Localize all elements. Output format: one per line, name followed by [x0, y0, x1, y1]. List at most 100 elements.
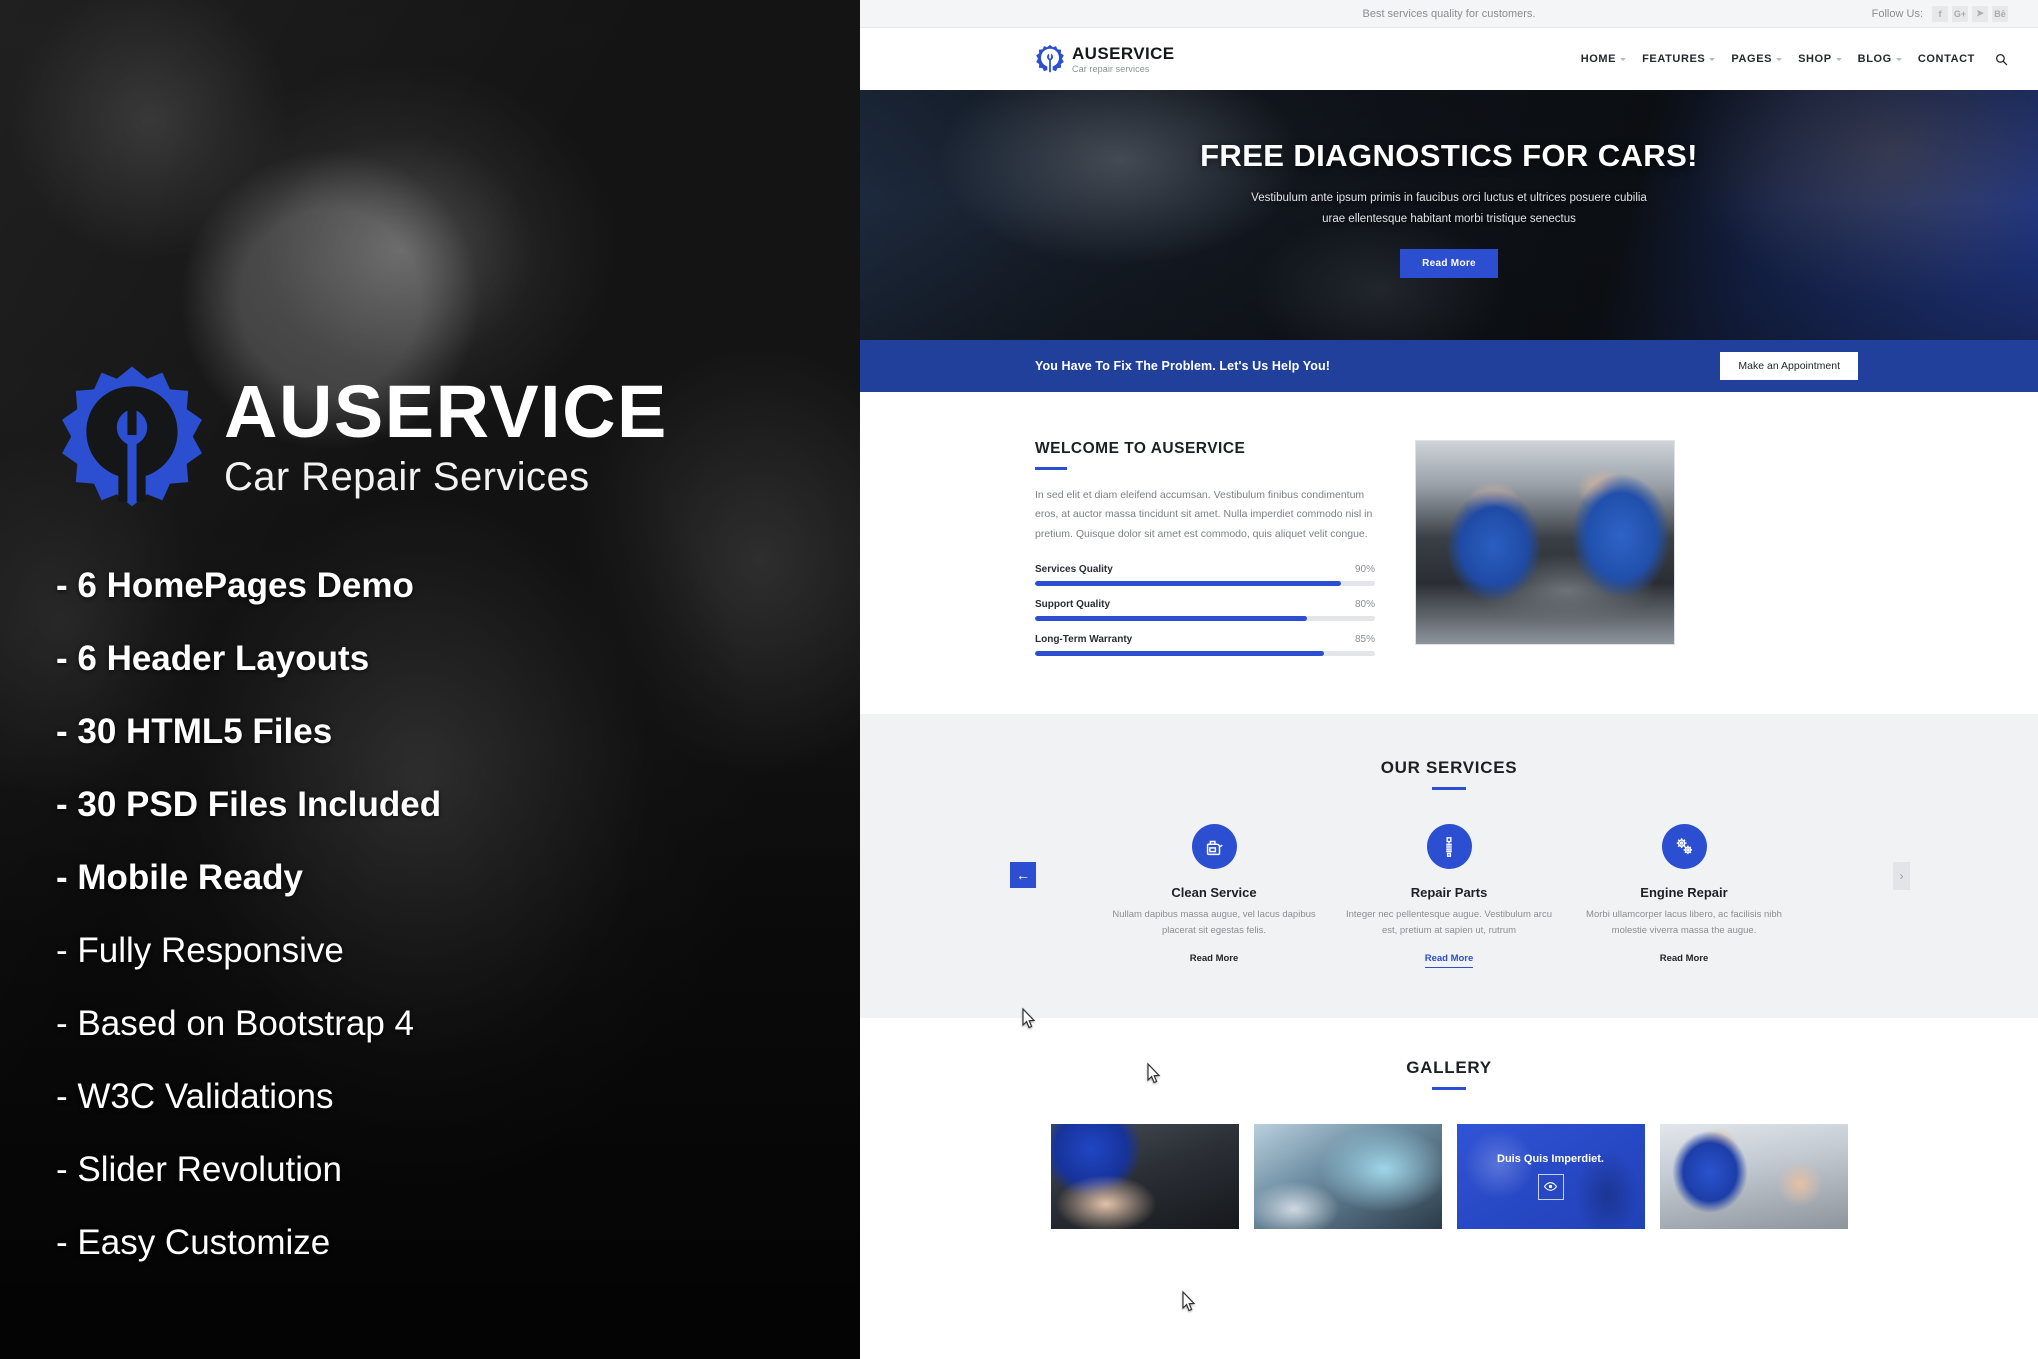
- gear-wrench-logo-icon: [56, 362, 208, 514]
- title-underline: [1035, 467, 1067, 470]
- hero-title: FREE DIAGNOSTICS FOR CARS!: [1200, 138, 1698, 173]
- topbar: Best services quality for customers. Fol…: [860, 0, 2038, 28]
- skill-bar-percent: 80%: [1354, 599, 1375, 611]
- promo-brand-name: AUSERVICE: [224, 370, 668, 454]
- nav-item-label: SHOP: [1798, 53, 1832, 65]
- service-read-more-link[interactable]: Read More: [1424, 953, 1474, 968]
- hero-description: Vestibulum ante ipsum primis in faucibus…: [860, 188, 2038, 231]
- gallery-grid: Duis Quis Imperdiet.: [860, 1123, 2038, 1229]
- behance-icon[interactable]: Bē: [1992, 5, 2008, 22]
- social-links: Follow Us: f G+ ➤ Bē: [1871, 5, 2038, 22]
- nav-item-contact[interactable]: CONTACT: [1918, 53, 1975, 65]
- chevron-down-icon: [1709, 57, 1716, 61]
- oil-canister-icon: [1191, 824, 1237, 870]
- carousel-prev-arrow[interactable]: ←: [1010, 862, 1036, 889]
- nav-item-label: CONTACT: [1917, 53, 1975, 65]
- skill-bar-label: Long-Term Warranty: [1035, 634, 1133, 646]
- skill-bar-row: Services Quality 90%: [1035, 564, 1375, 587]
- skill-bars: Services Quality 90% Support Quality 80% Lon…: [1035, 564, 1375, 657]
- promo-feature-item: - W3C Validations: [56, 1077, 334, 1116]
- chevron-down-icon: [1835, 57, 1842, 61]
- search-icon[interactable]: [1995, 53, 2008, 66]
- nav-item-label: PAGES: [1731, 53, 1773, 65]
- skill-bar-label: Support Quality: [1035, 599, 1110, 611]
- gallery-tile-dashboard[interactable]: [1253, 1123, 1442, 1229]
- promo-feature-item: - 30 HTML5 Files: [56, 712, 333, 751]
- service-description: Integer nec pellentesque augue. Vestibul…: [1346, 909, 1552, 937]
- promo-brand-tagline: Car Repair Services: [224, 454, 590, 499]
- promo-panel: AUSERVICE Car Repair Services - 6 HomePa…: [0, 0, 860, 1359]
- hero-slider: FREE DIAGNOSTICS FOR CARS! Vestibulum an…: [860, 90, 2038, 340]
- spring-shock-absorber-icon: [1426, 824, 1472, 870]
- gallery-tile-customer[interactable]: [1659, 1123, 1848, 1229]
- website-preview: Best services quality for customers. Fol…: [860, 0, 2038, 1359]
- welcome-paragraph: In sed elit et diam eleifend accumsan. V…: [1035, 489, 1373, 540]
- nav-item-features[interactable]: FEATURES: [1642, 53, 1716, 65]
- title-underline: [1432, 1086, 1466, 1090]
- skill-bar-percent: 85%: [1354, 634, 1375, 646]
- gears-icon: [1661, 824, 1707, 870]
- promo-brand: AUSERVICE Car Repair Services: [56, 362, 804, 514]
- eye-icon[interactable]: [1537, 1173, 1564, 1200]
- skill-bar-row: Long-Term Warranty 85%: [1035, 634, 1375, 657]
- service-card[interactable]: Clean Service Nullam dapibus massa augue,…: [1097, 824, 1332, 967]
- cta-text: You Have To Fix The Problem. Let's Us He…: [1035, 359, 1330, 373]
- promo-feature-item: - Fully Responsive: [56, 931, 344, 970]
- nav-item-label: FEATURES: [1642, 53, 1706, 65]
- chevron-down-icon: [1895, 57, 1902, 61]
- welcome-title: WELCOME TO AUSERVICE: [1035, 440, 1246, 457]
- services-title: OUR SERVICES: [1380, 758, 1518, 778]
- promo-feature-list: - 6 HomePages Demo - 6 Header Layouts - 30…: [56, 568, 804, 1260]
- nav-item-pages[interactable]: PAGES: [1731, 53, 1783, 65]
- promo-feature-item: - Based on Bootstrap 4: [56, 1004, 414, 1043]
- make-appointment-button[interactable]: Make an Appointment: [1720, 352, 1858, 380]
- site-header: AUSERVICE Car repair services HOME FEATUR…: [860, 28, 2038, 90]
- promo-feature-item: - Slider Revolution: [56, 1150, 342, 1189]
- topbar-tagline: Best services quality for customers.: [1362, 7, 1536, 20]
- nav-item-shop[interactable]: SHOP: [1798, 53, 1842, 65]
- skill-bar-row: Support Quality 80%: [1035, 599, 1375, 622]
- facebook-icon[interactable]: f: [1932, 5, 1948, 22]
- gear-wrench-logo-icon: [1035, 44, 1065, 74]
- service-read-more-link[interactable]: Read More: [1660, 953, 1709, 964]
- chevron-down-icon: [1620, 57, 1627, 61]
- promo-screenshot: AUSERVICE Car Repair Services - 6 HomePa…: [0, 0, 2038, 1359]
- promo-feature-item: - 6 HomePages Demo: [56, 566, 414, 605]
- gallery-tile-wrench[interactable]: [1050, 1123, 1239, 1229]
- follow-us-label: Follow Us:: [1871, 7, 1923, 20]
- service-card[interactable]: Engine Repair Morbi ullamcorper lacus lib…: [1567, 824, 1802, 967]
- hero-description-line1: Vestibulum ante ipsum primis in faucibus…: [1251, 192, 1647, 204]
- title-underline: [1432, 787, 1466, 791]
- main-navigation: HOME FEATURES PAGES SHOP BLOG CONTACT: [1581, 53, 2008, 66]
- nav-item-blog[interactable]: BLOG: [1858, 53, 1902, 65]
- twitter-icon[interactable]: ➤: [1972, 5, 1988, 22]
- skill-bar-track: [1035, 581, 1375, 587]
- service-name: Clean Service: [1171, 885, 1257, 901]
- service-read-more-link[interactable]: Read More: [1190, 953, 1239, 964]
- hero-description-line2: urae ellentesque habitant morbi tristiqu…: [1322, 213, 1576, 226]
- mouse-cursor-gallery-eye: [1180, 1290, 1197, 1313]
- google-plus-icon[interactable]: G+: [1952, 5, 1968, 22]
- gallery-tile-caption: Duis Quis Imperdiet.: [1497, 1152, 1604, 1165]
- service-card[interactable]: Repair Parts Integer nec pellentesque aug…: [1332, 824, 1567, 968]
- promo-feature-item: - Mobile Ready: [56, 858, 303, 897]
- skill-bar-track: [1035, 651, 1375, 657]
- nav-item-home[interactable]: HOME: [1580, 53, 1627, 65]
- gallery-tile-overlay[interactable]: Duis Quis Imperdiet.: [1456, 1123, 1645, 1229]
- nav-item-label: HOME: [1580, 53, 1617, 65]
- nav-item-label: BLOG: [1857, 53, 1892, 65]
- skill-bar-fill: [1035, 616, 1307, 622]
- promo-feature-item: - Easy Customize: [56, 1223, 331, 1262]
- services-carousel: Clean Service Nullam dapibus massa augue,…: [860, 824, 2038, 968]
- skill-bar-label: Services Quality: [1035, 564, 1113, 576]
- hero-read-more-button[interactable]: Read More: [1400, 248, 1498, 278]
- promo-feature-item: - 30 PSD Files Included: [56, 785, 442, 824]
- header-brand[interactable]: AUSERVICE Car repair services: [1035, 44, 1174, 74]
- service-description: Morbi ullamcorper lacus libero, ac facil…: [1586, 909, 1782, 937]
- chevron-down-icon: [1776, 57, 1783, 61]
- header-brand-sub: Car repair services: [1072, 63, 1150, 74]
- carousel-next-arrow[interactable]: ›: [1893, 862, 1910, 891]
- skill-bar-percent: 90%: [1354, 564, 1375, 576]
- cta-bar: You Have To Fix The Problem. Let's Us He…: [860, 340, 2038, 392]
- welcome-image: [1415, 440, 1675, 645]
